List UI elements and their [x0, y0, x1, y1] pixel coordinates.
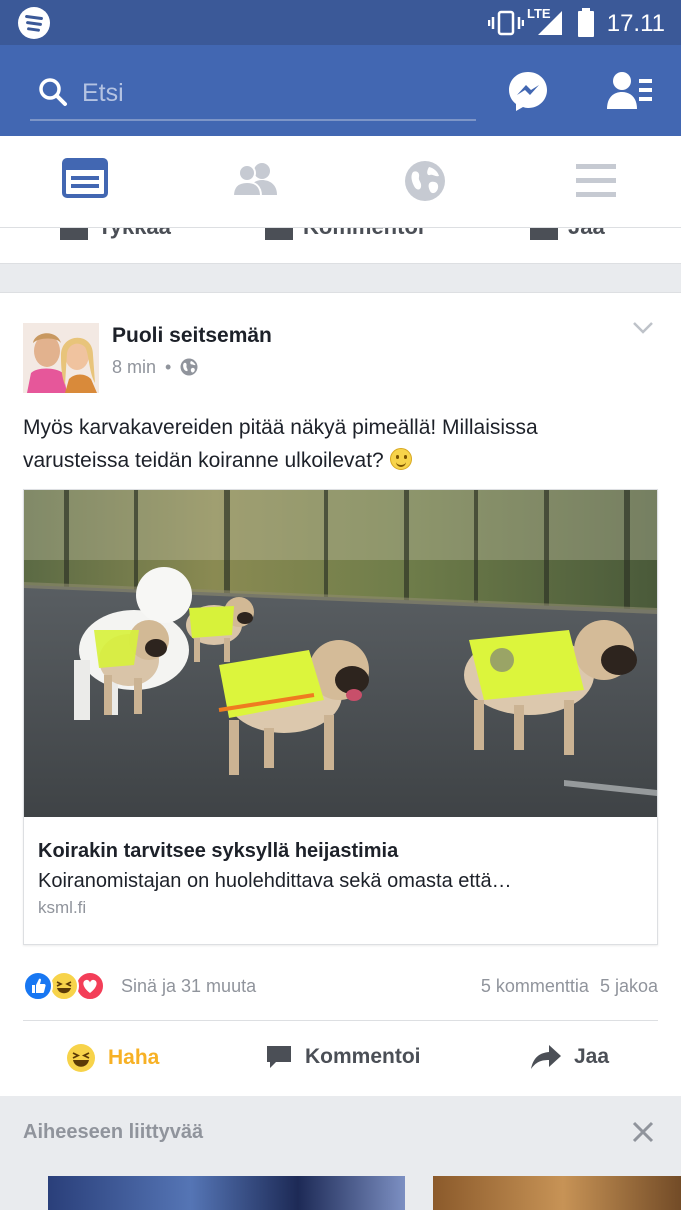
- like-icon: [60, 228, 88, 241]
- like-reaction-icon: [23, 971, 53, 1001]
- haha-reaction-icon: [49, 971, 79, 1001]
- related-title: Aiheeseen liittyvää: [23, 1121, 204, 1143]
- previous-post-actions: Tykkää Kommentoi Jaa: [0, 228, 681, 264]
- share-button[interactable]: Jaa: [530, 1043, 609, 1071]
- link-preview-card[interactable]: Koirakin tarvitsee syksyllä heijastimia …: [23, 489, 658, 945]
- battery-icon: [578, 8, 594, 37]
- reactions-bar[interactable]: Sinä ja 31 muuta 5 kommenttia 5 jakoa: [23, 971, 658, 1003]
- tab-globe[interactable]: [404, 160, 446, 202]
- status-bar: LTE 17.11: [0, 0, 681, 45]
- haha-reaction-button[interactable]: Haha: [66, 1043, 159, 1073]
- post-meta: 8 min •: [112, 357, 198, 378]
- tab-menu[interactable]: [576, 164, 616, 198]
- related-thumbnail[interactable]: [433, 1176, 681, 1210]
- share-arrow-icon: [531, 1045, 561, 1069]
- prev-share-label: Jaa: [568, 228, 605, 239]
- share-count[interactable]: 5 jakoa: [600, 976, 658, 996]
- prev-share-button[interactable]: Jaa: [530, 228, 605, 241]
- comment-count[interactable]: 5 kommenttia: [481, 976, 589, 996]
- related-thumbnail[interactable]: [48, 1176, 405, 1210]
- comment-label: Kommentoi: [305, 1045, 421, 1068]
- share-icon: [530, 228, 558, 241]
- clock: 17.11: [606, 10, 665, 37]
- post-text-content: Myös karvakavereiden pitää näkyä pimeäll…: [23, 416, 538, 472]
- share-label: Jaa: [574, 1045, 610, 1068]
- prev-like-label: Tykkää: [98, 228, 171, 239]
- post-text: Myös karvakavereiden pitää näkyä pimeäll…: [23, 411, 643, 477]
- signal-icon: [538, 11, 562, 35]
- love-reaction-icon: [75, 971, 105, 1001]
- feed-post: Puoli seitsemän 8 min • Myös karvakavere…: [0, 292, 681, 1096]
- messenger-icon[interactable]: [506, 69, 550, 113]
- friend-requests-icon[interactable]: [606, 71, 654, 111]
- main-nav: [0, 136, 681, 228]
- related-section: Aiheeseen liittyvää: [0, 1096, 681, 1210]
- haha-emoji-icon: [67, 1044, 95, 1072]
- close-icon[interactable]: [631, 1120, 655, 1144]
- prev-like-button[interactable]: Tykkää: [60, 228, 171, 241]
- prev-comment-button[interactable]: Kommentoi: [265, 228, 424, 241]
- page-avatar[interactable]: [23, 323, 99, 393]
- top-bar: [0, 45, 681, 136]
- comment-share-counts[interactable]: 5 kommenttia 5 jakoa: [481, 976, 658, 997]
- haha-label: Haha: [108, 1046, 160, 1069]
- link-domain: ksml.fi: [38, 898, 87, 917]
- link-preview-image[interactable]: [24, 490, 657, 817]
- spotify-icon: [18, 7, 50, 39]
- post-author[interactable]: Puoli seitsemän: [112, 324, 272, 348]
- smile-emoji-icon: [389, 448, 412, 470]
- post-options-chevron-icon[interactable]: [632, 321, 654, 335]
- tab-news-feed[interactable]: [62, 158, 108, 198]
- comment-icon: [265, 228, 293, 241]
- globe-icon: [180, 358, 198, 376]
- reaction-summary[interactable]: Sinä ja 31 muuta: [121, 976, 256, 997]
- prev-comment-label: Kommentoi: [303, 228, 424, 239]
- tab-friends[interactable]: [232, 162, 280, 196]
- link-title[interactable]: Koirakin tarvitsee syksyllä heijastimia: [38, 840, 398, 863]
- search-input[interactable]: [82, 73, 462, 113]
- search-icon: [39, 78, 67, 106]
- comment-button[interactable]: Kommentoi: [265, 1043, 421, 1071]
- meta-separator: •: [165, 357, 172, 377]
- post-time[interactable]: 8 min: [112, 357, 156, 377]
- link-description: Koiranomistajan on huolehdittava sekä om…: [38, 870, 512, 892]
- vibrate-icon: [488, 10, 524, 36]
- post-actions: Haha Kommentoi Jaa: [23, 1020, 658, 1096]
- comment-icon: [267, 1046, 291, 1068]
- search-field[interactable]: [30, 69, 476, 121]
